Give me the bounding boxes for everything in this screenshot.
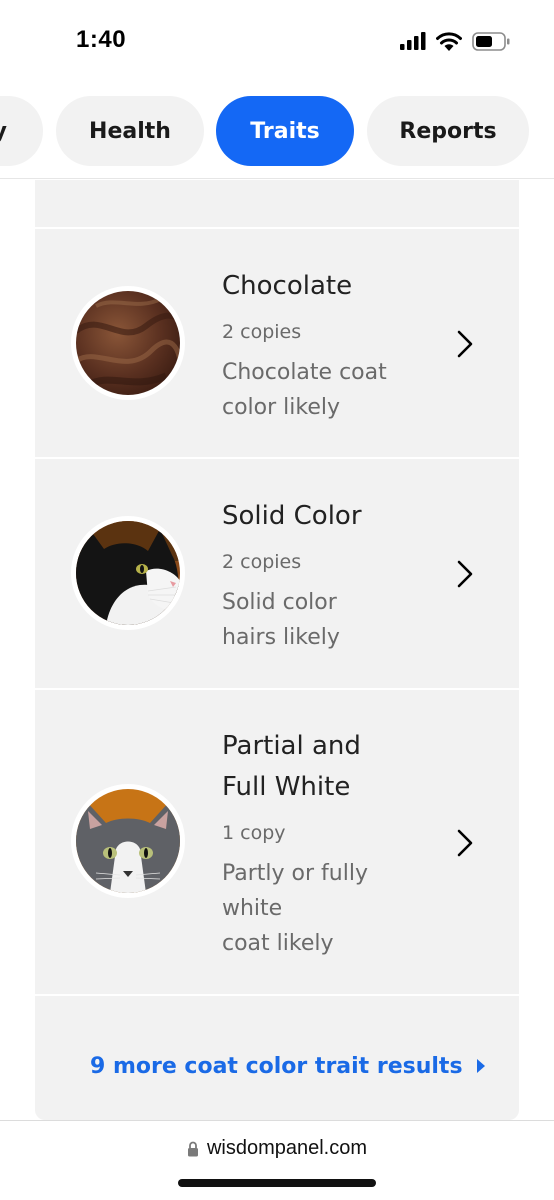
row-divider (35, 994, 519, 996)
trait-row-solid-color[interactable]: Solid Color 2 copies Solid color hairs l… (35, 459, 519, 688)
triangle-right-icon (476, 1059, 485, 1073)
home-indicator[interactable] (178, 1179, 376, 1187)
trait-image-partial-full-white (71, 784, 185, 898)
tab-row: y Health Traits Reports (0, 84, 554, 179)
chocolate-fur-photo (76, 291, 180, 395)
trait-text: Solid Color 2 copies Solid color hairs l… (222, 496, 432, 655)
trait-description-line: color likely (222, 395, 341, 420)
trait-title-line: Full White (222, 772, 351, 802)
trait-image-solid-color (71, 516, 185, 630)
trait-description: Solid color hairs likely (222, 585, 432, 655)
tab-partial[interactable]: y (0, 96, 43, 166)
trait-title: Partial and Full White (222, 726, 432, 808)
trait-description-line: coat likely (222, 931, 334, 956)
lock-icon (187, 1141, 198, 1156)
trait-image-chocolate (71, 286, 185, 400)
tab-health[interactable]: Health (56, 96, 204, 166)
status-bar: 1:40 (0, 0, 554, 84)
trait-text: Chocolate 2 copies Chocolate coat color … (222, 266, 432, 425)
gray-white-cat-photo (76, 789, 180, 893)
trait-description-line: Solid color (222, 590, 337, 615)
tuxedo-cat-photo (76, 521, 180, 625)
chevron-right-icon (457, 829, 473, 857)
trait-copies: 2 copies (222, 321, 302, 343)
screen: 1:40 Health Traits Reports Chocolate 2 c… (0, 0, 554, 1200)
trait-description: Partly or fully white coat likely (222, 856, 432, 961)
signal-icon (400, 32, 426, 50)
more-link-label: 9 more coat color trait results (90, 1053, 463, 1079)
battery-icon (472, 31, 510, 51)
trait-description-line: Chocolate coat (222, 360, 387, 385)
trait-description-line: hairs likely (222, 625, 340, 650)
trait-description-line: white (222, 896, 283, 921)
trait-title: Chocolate (222, 271, 353, 301)
more-coat-color-results-link[interactable]: 9 more coat color trait results (90, 1050, 487, 1082)
trait-copies: 2 copies (222, 551, 302, 573)
status-time: 1:40 (76, 26, 127, 53)
wifi-icon (436, 31, 462, 51)
trait-text: Partial and Full White 1 copy Partly or … (222, 726, 432, 961)
url-text: wisdompanel.com (206, 1137, 368, 1159)
trait-description: Chocolate coat color likely (222, 355, 432, 425)
tab-reports[interactable]: Reports (367, 96, 529, 166)
trait-title: Solid Color (222, 501, 362, 531)
chevron-right-icon (457, 560, 473, 588)
trait-copies: 1 copy (222, 822, 286, 844)
tab-traits[interactable]: Traits (216, 96, 354, 166)
url-bar[interactable]: wisdompanel.com (0, 1137, 554, 1160)
browser-bar: wisdompanel.com (0, 1120, 554, 1200)
trait-row-partial-full-white[interactable]: Partial and Full White 1 copy Partly or … (35, 690, 519, 994)
trait-title-line: Partial and (222, 731, 361, 761)
status-icons (400, 30, 510, 52)
chevron-right-icon (457, 330, 473, 358)
trait-description-line: Partly or fully (222, 861, 368, 886)
trait-row-chocolate[interactable]: Chocolate 2 copies Chocolate coat color … (35, 229, 519, 457)
